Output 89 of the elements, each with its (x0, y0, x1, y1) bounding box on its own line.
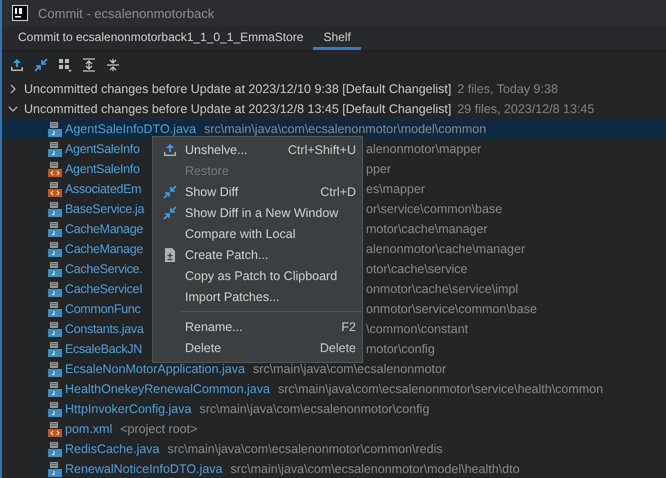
menu-item[interactable]: Show Diff in a New Window (153, 202, 362, 223)
changelist-info: 29 files, 2023/12/8 13:45 (457, 102, 594, 116)
file-path: es\mapper (366, 182, 426, 196)
file-name[interactable]: EcsaleBackJN (65, 342, 142, 356)
java-file-icon (48, 321, 62, 337)
tab[interactable]: Commit to ecsalenonmotorback1_1_0_1_EmmaStore (8, 26, 314, 50)
menu-item[interactable]: Unshelve... Ctrl+Shift+U (153, 139, 362, 160)
menu-item[interactable]: Delete Delete (153, 337, 362, 358)
java-file-icon (48, 401, 62, 417)
file-path: onmotor\cache\service\impl (366, 282, 518, 296)
java-file-icon (48, 281, 62, 297)
diff-arrows-icon (163, 206, 177, 220)
file-name[interactable]: Constants.java (65, 322, 144, 336)
java-file-icon (48, 441, 62, 457)
file-path: onmotor\service\common\base (366, 302, 537, 316)
java-file-icon (48, 261, 62, 277)
file-name: HttpInvokerConfig.java (65, 402, 192, 416)
file-name: RenewalNoticeInfoDTO.java (65, 462, 222, 476)
file-row[interactable]: AgentSaleInfoDTO.java src\main\java\com\ecsalenonmotor\model\common (2, 119, 666, 139)
chevron-down-icon[interactable] (8, 104, 18, 114)
chevron-right-icon[interactable] (8, 84, 18, 94)
java-file-icon (48, 461, 62, 477)
diff-icon[interactable] (34, 58, 48, 72)
file-name[interactable]: AssociatedEm (65, 182, 142, 196)
menu-item[interactable]: Compare with Local (153, 223, 362, 244)
file-path: src\main\java\com\ecsalenonmotor\config (199, 402, 430, 416)
changelist-title[interactable]: Uncommitted changes before Update at 2023/12/10 9:38 [Default Changelist] (24, 82, 452, 96)
file-path: or\service\common\base (366, 202, 502, 216)
menu-item[interactable]: Import Patches... (153, 286, 362, 307)
file-path: src\main\java\com\ecsalenonmotor\model\health\dto (230, 462, 520, 476)
file-path: src\main\java\com\ecsalenonmotor\common\redis (168, 442, 443, 456)
file-path: src\main\java\com\ecsalenonmotor (252, 362, 446, 376)
java-file-icon (48, 221, 62, 237)
file-path: alenonmotor\cache\manager (366, 242, 526, 256)
changelist-title[interactable]: Uncommitted changes before Update at 2023/12/8 13:45 [Default Changelist] (24, 102, 452, 116)
file-name: pom.xml (65, 422, 112, 436)
java-file-icon (48, 381, 62, 397)
file-name: RedisCache.java (65, 442, 160, 456)
file-name[interactable]: CacheServiceI (65, 282, 142, 296)
java-file-icon (48, 201, 62, 217)
diff-arrows-icon (163, 184, 177, 198)
file-name[interactable]: CacheManage (65, 222, 144, 236)
file-row[interactable]: pom.xml <project root> (2, 419, 666, 439)
file-path: otor\cache\service (366, 262, 468, 276)
unshelve-icon[interactable] (10, 58, 24, 72)
file-name: HealthOnekeyRenewalCommon.java (65, 382, 270, 396)
java-file-icon (48, 121, 62, 137)
file-name[interactable]: AgentSaleInfo (65, 162, 140, 176)
file-name[interactable]: CacheService. (65, 262, 142, 276)
document-plus-icon (163, 248, 177, 262)
xml-file-icon (48, 181, 62, 197)
file-path: \common\constant (366, 322, 468, 336)
window-title: Commit - ecsalenonmotorback (38, 6, 214, 20)
java-file-icon (48, 341, 62, 357)
java-file-icon (48, 141, 62, 157)
file-path: motor\cache\manager (366, 222, 488, 236)
menu-item[interactable]: Copy as Patch to Clipboard (153, 265, 362, 286)
file-name[interactable]: BaseService.ja (65, 202, 144, 216)
menu-item[interactable]: Rename... F2 (153, 316, 362, 337)
changelist-info: 2 files, Today 9:38 (457, 82, 558, 96)
menu-item[interactable]: Show Diff Ctrl+D (153, 181, 362, 202)
file-row[interactable]: HttpInvokerConfig.java src\main\java\com\ecsalenonmotor\config (2, 399, 666, 419)
file-row[interactable]: RedisCache.java src\main\java\com\ecsalenonmotor\common\redis (2, 439, 666, 459)
app-logo-icon (12, 5, 28, 21)
xml-file-icon (48, 161, 62, 177)
file-name: EcsaleNonMotorApplication.java (65, 362, 245, 376)
file-path: src\main\java\com\ecsalenonmotor\service\health\common (278, 382, 604, 396)
collapse-all-icon[interactable] (106, 58, 120, 72)
menu-item[interactable]: Create Patch... (153, 244, 362, 265)
group-by-icon[interactable] (58, 58, 72, 72)
xml-file-icon (48, 421, 62, 437)
java-file-icon (48, 241, 62, 257)
file-path: src\main\java\com\ecsalenonmotor\model\common (204, 122, 486, 136)
upload-tray-icon (163, 142, 177, 156)
java-file-icon (48, 301, 62, 317)
java-file-icon (48, 361, 62, 377)
file-row[interactable]: HealthOnekeyRenewalCommon.java src\main\java\com\ecsalenonmotor\service\health\common (2, 379, 666, 399)
file-name[interactable]: CommonFunc (65, 302, 140, 316)
file-path: <project root> (120, 422, 198, 436)
file-row[interactable]: RenewalNoticeInfoDTO.java src\main\java\com\ecsalenonmotor\model\health\dto (2, 459, 666, 478)
tab[interactable]: Shelf (313, 26, 361, 50)
expand-all-icon[interactable] (82, 58, 96, 72)
file-path: pper (366, 162, 392, 176)
file-name[interactable]: AgentSaleInfo (65, 142, 140, 156)
file-path: motor\config (366, 342, 435, 356)
file-name[interactable]: CacheManage (65, 242, 144, 256)
file-name: AgentSaleInfoDTO.java (65, 122, 196, 136)
file-row[interactable]: EcsaleNonMotorApplication.java src\main\java\com\ecsalenonmotor (2, 359, 666, 379)
file-path: alenonmotor\mapper (366, 142, 482, 156)
